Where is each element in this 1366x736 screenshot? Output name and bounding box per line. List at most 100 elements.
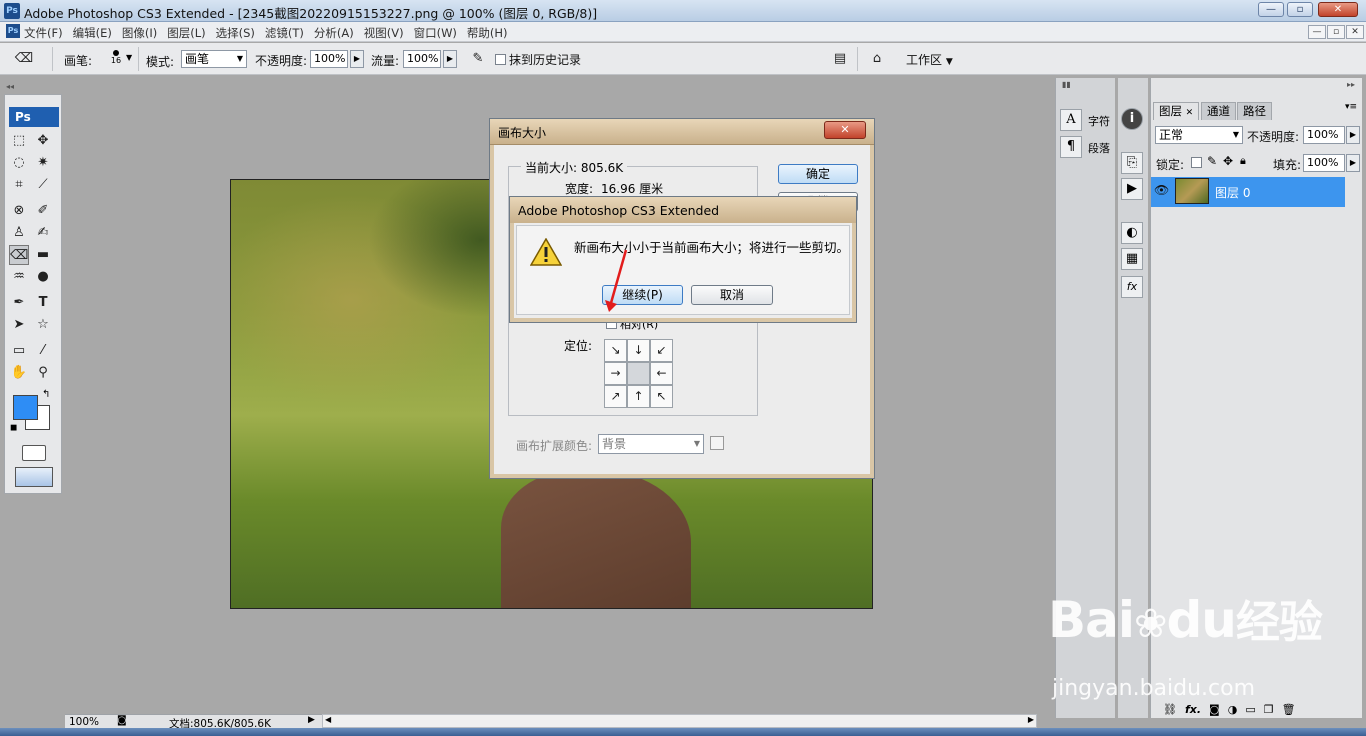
workspace-menu[interactable]: 工作区 ▼ [906, 51, 953, 68]
close-icon[interactable]: ✕ [1186, 108, 1194, 118]
bridge-icon[interactable]: ⌂ [864, 49, 890, 69]
layer-opacity-input[interactable]: 100% [1303, 126, 1345, 144]
ext-color-swatch[interactable] [710, 436, 724, 450]
brush-preset-picker[interactable]: 16 [106, 48, 126, 72]
magic-wand-tool-icon[interactable]: ✷ [33, 153, 53, 173]
swatches-icon[interactable]: ▦ [1121, 248, 1143, 270]
menu-file[interactable]: 文件(F) [24, 25, 63, 41]
doc-restore-button[interactable]: ▫ [1327, 25, 1345, 39]
clone-stamp-tool-icon[interactable]: ♙ [9, 223, 29, 243]
lock-position-icon[interactable]: ✥ [1223, 154, 1233, 168]
status-menu-arrow-icon[interactable]: ▶ [308, 715, 315, 725]
palette-well-icon[interactable]: ▤ [830, 49, 850, 69]
collapse-arrows-icon[interactable]: ▸▸ [1347, 80, 1355, 89]
marquee-tool-icon[interactable]: ⬚ [9, 131, 29, 151]
menu-edit[interactable]: 编辑(E) [73, 25, 112, 41]
fx-icon[interactable]: fx. [1185, 703, 1201, 716]
menu-help[interactable]: 帮助(H) [467, 25, 508, 41]
collapse-arrows-icon[interactable]: ▮▮ [1062, 80, 1071, 89]
lock-image-icon[interactable]: ✎ [1207, 154, 1217, 168]
swap-colors-icon[interactable]: ↰ [42, 389, 50, 400]
move-tool-icon[interactable]: ✥ [33, 131, 53, 151]
fill-input[interactable]: 100% [1303, 154, 1345, 172]
anchor-left[interactable]: → [604, 362, 627, 385]
dialog-close-button[interactable]: ✕ [824, 121, 866, 139]
panel-menu-icon[interactable]: ▾≡ [1345, 102, 1357, 112]
character-icon[interactable]: A [1060, 109, 1082, 131]
ext-color-select[interactable]: 背景 ▼ [598, 434, 704, 454]
mode-select[interactable]: 画笔 ▼ [181, 50, 247, 68]
airbrush-icon[interactable]: ✎ [468, 49, 488, 69]
hand-tool-icon[interactable]: ✋ [9, 363, 29, 383]
layer-row[interactable]: 👁︎ 图层 0 [1151, 177, 1345, 207]
blend-mode-select[interactable]: 正常 ▼ [1155, 126, 1243, 144]
eyedropper-tool-icon[interactable]: ⁄ [33, 341, 53, 361]
info-icon[interactable]: i [1121, 108, 1143, 130]
tab-channels[interactable]: 通道 [1201, 102, 1236, 120]
flow-slider-button[interactable]: ▶ [443, 50, 457, 68]
anchor-top-left[interactable]: ↘ [604, 339, 627, 362]
new-group-icon[interactable]: ▭ [1245, 703, 1255, 716]
menu-window[interactable]: 窗口(W) [414, 25, 457, 41]
menu-select[interactable]: 选择(S) [216, 25, 255, 41]
menu-image[interactable]: 图像(I) [122, 25, 157, 41]
eraser-tool-preset-icon[interactable]: ⌫ [14, 49, 34, 69]
collapse-arrows-icon[interactable]: ◂◂ [6, 82, 14, 91]
crop-tool-icon[interactable]: ⌗ [9, 175, 29, 195]
actions-icon[interactable]: ▶ [1121, 178, 1143, 200]
lock-transparent-icon[interactable] [1191, 157, 1202, 168]
anchor-bottom-right[interactable]: ↖ [650, 385, 673, 408]
menu-view[interactable]: 视图(V) [364, 25, 404, 41]
pen-tool-icon[interactable]: ✒ [9, 293, 29, 313]
horizontal-scrollbar[interactable]: ◀ ▶ [322, 714, 1037, 728]
eraser-tool-icon[interactable]: ⌫ [9, 245, 29, 265]
add-mask-icon[interactable]: ◙ [1209, 703, 1220, 716]
character-label[interactable]: 字符 [1088, 113, 1110, 129]
type-tool-icon[interactable]: T [33, 293, 53, 313]
quick-mask-icon[interactable] [22, 445, 46, 461]
zoom-level[interactable]: 100% [69, 716, 99, 728]
status-options-icon[interactable]: ◙ [117, 715, 127, 726]
ps-menu-icon[interactable]: Ps [6, 24, 20, 38]
maximize-button[interactable]: ▫ [1287, 2, 1313, 17]
chevron-down-icon[interactable]: ▼ [126, 53, 132, 62]
link-layers-icon[interactable]: ⛓ [1163, 703, 1177, 716]
anchor-center[interactable] [627, 362, 650, 385]
ok-button[interactable]: 确定 [778, 164, 858, 184]
menu-layer[interactable]: 图层(L) [167, 25, 205, 41]
paragraph-label[interactable]: 段落 [1088, 140, 1110, 156]
shape-tool-icon[interactable]: ☆ [33, 315, 53, 335]
erase-history-checkbox[interactable] [495, 54, 506, 65]
styles-icon[interactable]: fx [1121, 276, 1143, 298]
menu-analysis[interactable]: 分析(A) [314, 25, 354, 41]
close-button[interactable]: ✕ [1318, 2, 1358, 17]
minimize-button[interactable]: — [1258, 2, 1284, 17]
anchor-top[interactable]: ↓ [627, 339, 650, 362]
scroll-left-icon[interactable]: ◀ [325, 715, 331, 724]
fill-slider-button[interactable]: ▶ [1346, 154, 1360, 172]
notes-tool-icon[interactable]: ▭ [9, 341, 29, 361]
healing-brush-tool-icon[interactable]: ⊗ [9, 201, 29, 221]
adjustment-layer-icon[interactable]: ◑ [1228, 703, 1238, 716]
flow-input[interactable]: 100% [403, 50, 441, 68]
layer-opacity-slider-button[interactable]: ▶ [1346, 126, 1360, 144]
anchor-top-right[interactable]: ↙ [650, 339, 673, 362]
lasso-tool-icon[interactable]: ◌ [9, 153, 29, 173]
default-colors-icon[interactable]: ◼ [10, 423, 17, 433]
opacity-slider-button[interactable]: ▶ [350, 50, 364, 68]
zoom-tool-icon[interactable]: ⚲ [33, 363, 53, 383]
layer-name[interactable]: 图层 0 [1215, 184, 1250, 201]
anchor-bottom[interactable]: ↑ [627, 385, 650, 408]
alert-cancel-button[interactable]: 取消 [691, 285, 773, 305]
slice-tool-icon[interactable]: ⟋ [33, 175, 53, 195]
trash-icon[interactable]: 🗑︎ [1282, 703, 1296, 716]
scroll-right-icon[interactable]: ▶ [1028, 715, 1034, 724]
path-selection-tool-icon[interactable]: ➤ [9, 315, 29, 335]
menu-filter[interactable]: 滤镜(T) [265, 25, 304, 41]
gradient-tool-icon[interactable]: ▬ [33, 245, 53, 265]
blur-tool-icon[interactable]: ♒ [9, 267, 29, 287]
tab-layers[interactable]: 图层 ✕ [1153, 102, 1200, 120]
anchor-right[interactable]: ← [650, 362, 673, 385]
lock-all-icon[interactable]: 🔒︎ [1240, 154, 1246, 168]
new-layer-icon[interactable]: ❐ [1264, 703, 1274, 716]
